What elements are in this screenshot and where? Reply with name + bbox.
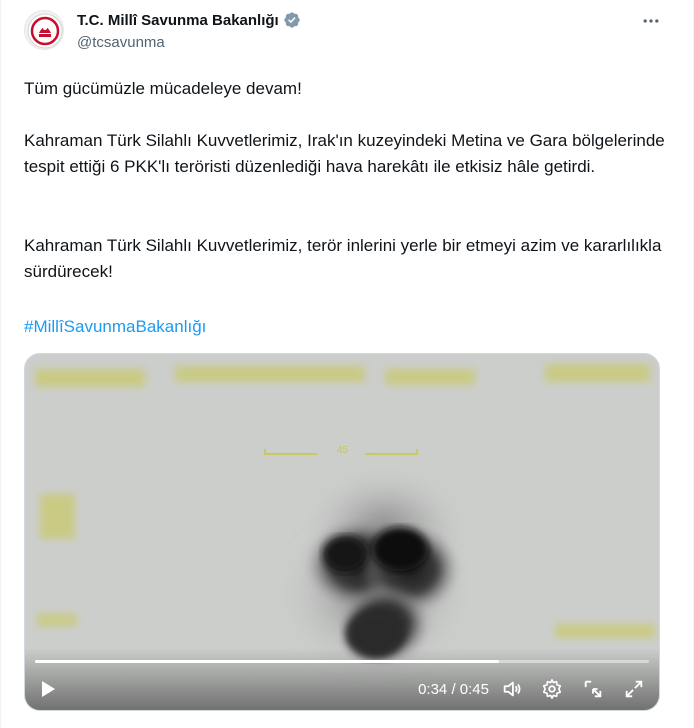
msb-emblem-icon	[27, 13, 63, 49]
video-progress-bar[interactable]	[35, 660, 649, 663]
video-progress-fill	[35, 660, 499, 663]
account-handle[interactable]: @tcsavunma	[77, 34, 165, 51]
tweet-paragraph-3: Kahraman Türk Silahlı Kuvvetlerimiz, ter…	[24, 236, 662, 281]
more-options-icon[interactable]	[639, 9, 663, 33]
tweet-paragraph-2: Kahraman Türk Silahlı Kuvvetlerimiz, Ira…	[24, 131, 665, 176]
hud-readout: 45	[337, 445, 349, 456]
hashtag-link[interactable]: #MillîSavunmaBakanlığı	[24, 315, 206, 339]
volume-icon[interactable]	[501, 678, 523, 700]
duration: 0:45	[459, 681, 489, 698]
gear-icon[interactable]	[541, 678, 563, 700]
video-time: 0:34 / 0:45	[418, 681, 489, 698]
time-separator: /	[451, 681, 456, 698]
fullscreen-icon[interactable]	[623, 678, 645, 700]
minimize-icon[interactable]	[582, 678, 604, 700]
play-icon[interactable]	[37, 678, 59, 700]
tweet-line-1: Tüm gücümüzle mücadeleye devam!	[24, 79, 302, 98]
account-name[interactable]: T.C. Millî Savunma Bakanlığı	[77, 12, 279, 29]
tweet-card[interactable]: T.C. Millî Savunma Bakanlığı @tcsavunma …	[0, 0, 694, 728]
current-time: 0:34	[418, 681, 448, 698]
video-player[interactable]: 45 0:34 / 0:45	[24, 353, 660, 711]
video-controls: 0:34 / 0:45	[25, 648, 659, 710]
avatar[interactable]	[24, 10, 64, 50]
verified-badge-icon	[283, 11, 301, 29]
